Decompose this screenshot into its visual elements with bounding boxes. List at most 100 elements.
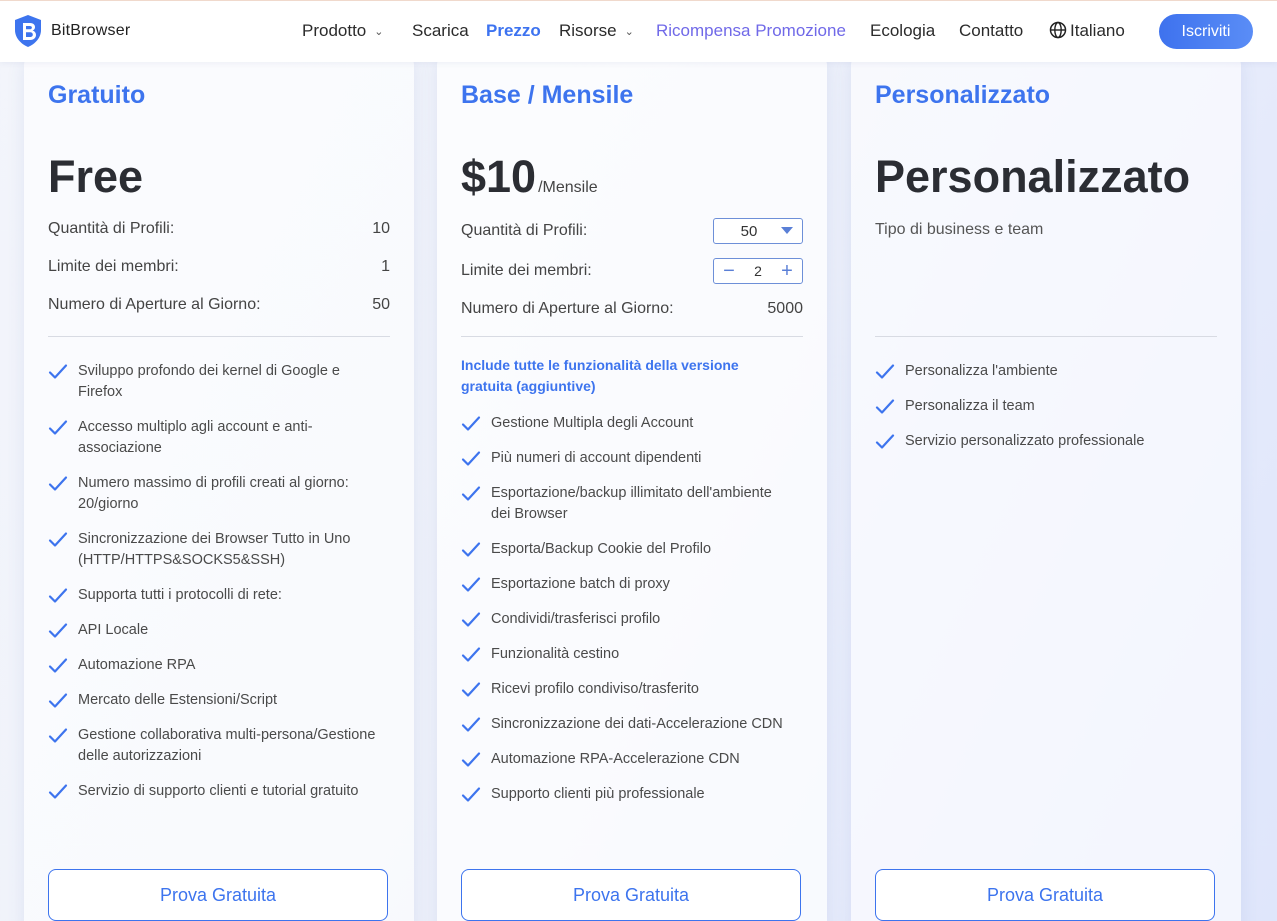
feature-item: Supporta tutti i protocolli di rete: (48, 585, 378, 606)
check-icon (461, 484, 481, 504)
feature-item: Condividi/trasferisci profilo (461, 609, 791, 630)
feature-item: Numero massimo di profili creati al gior… (48, 473, 378, 515)
members-row: Limite dei membri: 1 (48, 258, 390, 276)
feature-item: Più numeri di account dipendenti (461, 448, 791, 469)
top-navbar: BitBrowser Prodotto ⌄ Scarica Prezzo Riso… (0, 0, 1277, 62)
members-row: Limite dei membri: − 2 + (461, 258, 803, 284)
plan-card-custom: Personalizzato Personalizzato Tipo di bu… (851, 55, 1241, 921)
plan-name: Personalizzato (875, 81, 1051, 109)
feature-item: Servizio personalizzato professionale (875, 431, 1205, 452)
nav-ecologia[interactable]: Ecologia (870, 21, 935, 41)
free-trial-button[interactable]: Prova Gratuita (875, 869, 1215, 921)
divider (461, 336, 803, 337)
plan-price: Free (48, 151, 144, 202)
check-icon (48, 691, 68, 711)
feature-item: Accesso multiplo agli account e anti-ass… (48, 417, 378, 459)
chevron-down-icon: ⌄ (624, 26, 634, 38)
nav-risorse[interactable]: Risorse ⌄ (559, 21, 634, 41)
plan-card-base-monthly: Base / Mensile $10/Mensile Quantità di P… (437, 55, 827, 921)
feature-item: Sincronizzazione dei Browser Tutto in Un… (48, 529, 378, 571)
free-trial-button[interactable]: Prova Gratuita (461, 869, 801, 921)
row-label: Limite dei membri: (461, 262, 592, 279)
check-icon (461, 645, 481, 665)
check-icon (48, 621, 68, 641)
check-icon (461, 785, 481, 805)
row-label: Limite dei membri: (48, 258, 179, 275)
row-value: 1 (381, 258, 390, 275)
profiles-row: Quantità di Profili: 50 (461, 218, 803, 244)
globe-icon (1049, 21, 1067, 39)
feature-item: Supporto clienti più professionale (461, 784, 791, 805)
stepper-value[interactable]: 2 (754, 263, 762, 279)
check-icon (461, 540, 481, 560)
nav-prodotto[interactable]: Prodotto ⌄ (302, 21, 383, 41)
check-icon (48, 726, 68, 746)
feature-item: API Locale (48, 620, 378, 641)
caret-down-icon (781, 227, 793, 234)
divider (875, 336, 1217, 337)
daily-openings-row: Numero di Aperture al Giorno: 5000 (461, 300, 803, 318)
check-icon (461, 449, 481, 469)
row-value: 50 (372, 296, 390, 313)
nav-ricompensa-promozione[interactable]: Ricompensa Promozione (656, 21, 846, 41)
profiles-row: Quantità di Profili: 10 (48, 220, 390, 238)
check-icon (48, 418, 68, 438)
language-selector[interactable]: Italiano (1049, 21, 1125, 41)
plan-subtitle: Tipo di business e team (875, 221, 1044, 238)
nav-scarica[interactable]: Scarica (412, 21, 469, 41)
row-label: Numero di Aperture al Giorno: (461, 300, 674, 317)
row-value: 10 (372, 220, 390, 237)
divider (48, 336, 390, 337)
feature-item: Mercato delle Estensioni/Script (48, 690, 378, 711)
row-label: Numero di Aperture al Giorno: (48, 296, 261, 313)
feature-item: Sviluppo profondo dei kernel di Google e… (48, 361, 378, 403)
check-icon (48, 362, 68, 382)
feature-item: Sincronizzazione dei dati-Accelerazione … (461, 714, 791, 735)
feature-item: Gestione Multipla degli Account (461, 413, 791, 434)
bitbrowser-logo-icon[interactable] (12, 14, 44, 48)
chevron-down-icon: ⌄ (374, 26, 384, 38)
feature-item: Servizio di supporto clienti e tutorial … (48, 781, 378, 802)
feature-item: Ricevi profilo condiviso/trasferito (461, 679, 791, 700)
row-label: Quantità di Profili: (461, 222, 588, 239)
check-icon (48, 474, 68, 494)
feature-item: Automazione RPA-Accelerazione CDN (461, 749, 791, 770)
price-period: /Mensile (538, 179, 598, 196)
free-trial-button[interactable]: Prova Gratuita (48, 869, 388, 921)
check-icon (461, 414, 481, 434)
plan-card-free: Gratuito Free Quantità di Profili: 10 Li… (24, 55, 414, 921)
signup-button[interactable]: Iscriviti (1159, 14, 1253, 49)
feature-item: Esportazione/backup illimitato dell'ambi… (461, 483, 791, 525)
feature-item: Automazione RPA (48, 655, 378, 676)
feature-item: Esportazione batch di proxy (461, 574, 791, 595)
feature-item: Funzionalità cestino (461, 644, 791, 665)
nav-prezzo[interactable]: Prezzo (486, 21, 541, 41)
check-icon (461, 680, 481, 700)
brand-name[interactable]: BitBrowser (51, 22, 130, 40)
plan-name: Base / Mensile (461, 81, 634, 109)
check-icon (461, 750, 481, 770)
check-icon (461, 575, 481, 595)
check-icon (461, 715, 481, 735)
check-icon (461, 610, 481, 630)
feature-item: Gestione collaborativa multi-persona/Ges… (48, 725, 378, 767)
feature-item: Esporta/Backup Cookie del Profilo (461, 539, 791, 560)
daily-openings-row: Numero di Aperture al Giorno: 50 (48, 296, 390, 314)
check-icon (48, 656, 68, 676)
check-icon (875, 432, 895, 452)
minus-icon[interactable]: − (719, 261, 739, 281)
plan-name: Gratuito (48, 81, 146, 109)
row-label: Quantità di Profili: (48, 220, 175, 237)
check-icon (875, 362, 895, 382)
nav-contatto[interactable]: Contatto (959, 21, 1023, 41)
members-stepper[interactable]: − 2 + (713, 258, 803, 284)
plus-icon[interactable]: + (777, 261, 797, 281)
profiles-quantity-select[interactable]: 50 (713, 218, 803, 244)
check-icon (48, 586, 68, 606)
feature-item: Personalizza l'ambiente (875, 361, 1205, 382)
check-icon (48, 530, 68, 550)
plan-price: $10/Mensile (461, 151, 598, 202)
plan-price: Personalizzato (875, 151, 1191, 202)
check-icon (875, 397, 895, 417)
feature-item: Personalizza il team (875, 396, 1205, 417)
